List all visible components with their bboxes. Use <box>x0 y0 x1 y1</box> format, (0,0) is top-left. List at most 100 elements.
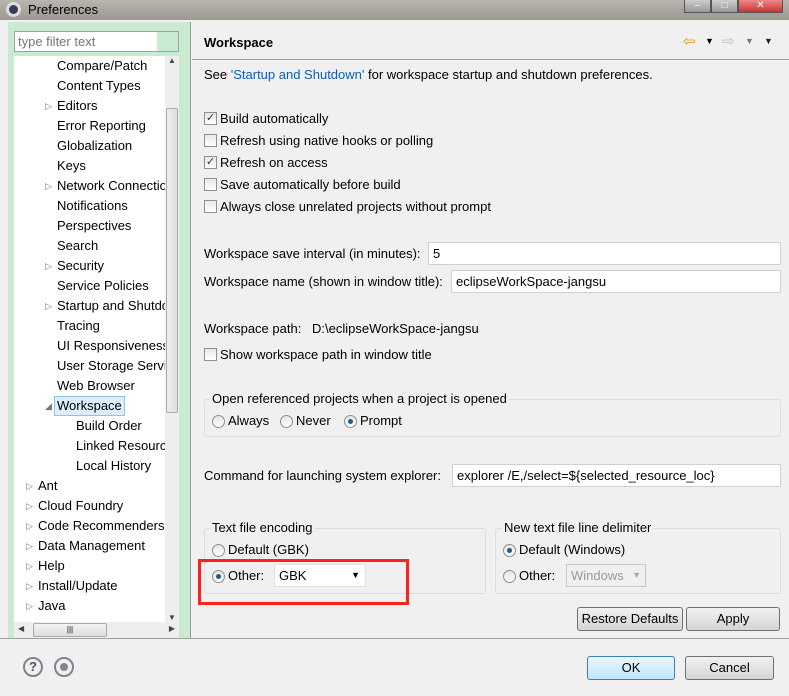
never-radio[interactable] <box>280 415 293 428</box>
tree-item[interactable]: Content Types <box>57 76 141 96</box>
expand-arrow-icon[interactable]: ▷ <box>26 576 33 596</box>
see-prefix: See <box>204 67 231 82</box>
expand-arrow-icon[interactable]: ▷ <box>26 516 33 536</box>
filter-input[interactable] <box>14 31 179 52</box>
checkbox[interactable] <box>204 200 217 213</box>
back-arrow-icon[interactable]: ⇦ <box>683 32 696 50</box>
open-referenced-title: Open referenced projects when a project … <box>210 391 509 406</box>
minimize-button[interactable]: – <box>684 0 711 13</box>
tree-item[interactable]: Data Management <box>38 536 145 556</box>
ok-button[interactable]: OK <box>587 656 675 680</box>
explorer-command-input[interactable]: explorer /E,/select=${selected_resource_… <box>452 464 781 487</box>
delimiter-default-radio[interactable] <box>503 544 516 557</box>
expand-arrow-icon[interactable]: ▷ <box>26 596 33 616</box>
checkbox[interactable]: ✓ <box>204 156 217 169</box>
workspace-path-value: D:\eclipseWorkSpace-jangsu <box>312 321 479 336</box>
forward-arrow-icon[interactable]: ⇨ <box>722 32 735 50</box>
tree-item[interactable]: Install/Update <box>38 576 118 596</box>
tree-item[interactable]: Cloud Foundry <box>38 496 123 516</box>
expand-arrow-icon[interactable]: ▷ <box>26 556 33 576</box>
tree-item[interactable]: Tracing <box>57 316 100 336</box>
expand-arrow-icon[interactable]: ▷ <box>26 476 33 496</box>
preference-tree: Compare/Patch Content Types ▷ Editors Error … <box>14 56 165 622</box>
prompt-label: Prompt <box>360 413 402 428</box>
checkbox-label: Build automatically <box>220 111 329 126</box>
page-title: Workspace <box>204 35 274 50</box>
checkbox-label: Refresh using native hooks or polling <box>220 133 434 148</box>
highlight-box <box>198 559 409 605</box>
delimiter-other-label: Other: <box>519 568 556 583</box>
gear-icon <box>6 2 21 17</box>
prompt-radio[interactable] <box>344 415 357 428</box>
tree-item[interactable]: Editors <box>57 96 97 116</box>
tree-item[interactable]: Notifications <box>57 196 128 216</box>
always-label: Always <box>228 413 270 428</box>
help-icon[interactable]: ? <box>23 657 43 677</box>
tree-item[interactable]: Error Reporting <box>57 116 146 136</box>
save-interval-label: Workspace save interval (in minutes): <box>204 246 421 261</box>
checkbox[interactable] <box>204 178 217 191</box>
delimiter-other-radio[interactable] <box>503 570 516 583</box>
record-icon[interactable] <box>54 657 74 677</box>
apply-button[interactable]: Apply <box>686 607 780 631</box>
tree-item[interactable]: User Storage Service <box>57 356 165 376</box>
tree-item[interactable]: Compare/Patch <box>57 56 147 76</box>
maximize-button[interactable]: □ <box>711 0 738 13</box>
workspace-path-label: Workspace path: <box>204 321 302 336</box>
expand-arrow-icon[interactable]: ▷ <box>26 496 33 516</box>
expand-arrow-icon[interactable]: ▷ <box>45 256 52 276</box>
tree-item[interactable]: Security <box>57 256 104 276</box>
chevron-down-icon: ▼ <box>632 570 641 580</box>
back-menu-icon[interactable]: ▼ <box>705 36 714 46</box>
tree-item[interactable]: Local History <box>76 456 151 476</box>
expand-arrow-icon[interactable]: ▷ <box>45 296 52 316</box>
vertical-scroll-thumb[interactable] <box>166 108 178 413</box>
tree-item[interactable]: Startup and Shutdown <box>57 296 165 316</box>
tree-item[interactable]: Keys <box>57 156 86 176</box>
tree-item[interactable]: Service Policies <box>57 276 149 296</box>
collapse-arrow-icon[interactable]: ◢ <box>45 396 52 416</box>
show-path-checkbox[interactable] <box>204 348 217 361</box>
tree-item[interactable]: Linked Resources <box>76 436 165 456</box>
encoding-default-radio[interactable] <box>212 544 225 557</box>
view-menu-icon[interactable]: ▼ <box>764 36 773 46</box>
checkbox[interactable] <box>204 134 217 147</box>
always-radio[interactable] <box>212 415 225 428</box>
save-interval-input[interactable]: 5 <box>428 242 781 265</box>
tree-item[interactable]: UI Responsiveness <box>57 336 165 356</box>
tree-item[interactable]: Search <box>57 236 98 256</box>
encoding-default-label: Default (GBK) <box>228 542 309 557</box>
tree-item[interactable]: Code Recommenders <box>38 516 164 536</box>
startup-shutdown-link[interactable]: 'Startup and Shutdown' <box>231 67 365 82</box>
tree-item[interactable]: Perspectives <box>57 216 131 236</box>
explorer-label: Command for launching system explorer: <box>204 468 441 483</box>
startup-note: See 'Startup and Shutdown' for workspace… <box>204 67 653 82</box>
expand-arrow-icon[interactable]: ▷ <box>45 176 52 196</box>
checkbox[interactable]: ✓ <box>204 112 217 125</box>
tree-item[interactable]: Network Connections <box>57 176 165 196</box>
tree-item[interactable]: Java <box>38 596 65 616</box>
window-title: Preferences <box>28 2 99 17</box>
workspace-name-input[interactable]: eclipseWorkSpace-jangsu <box>451 270 781 293</box>
restore-defaults-button[interactable]: Restore Defaults <box>577 607 683 631</box>
see-suffix: for workspace startup and shutdown prefe… <box>364 67 653 82</box>
tree-item[interactable]: Ant <box>38 476 58 496</box>
horizontal-scroll-thumb[interactable]: ||| <box>33 623 107 637</box>
header-divider <box>192 59 789 60</box>
footer-divider <box>0 638 789 639</box>
close-button[interactable]: ✕ <box>738 0 783 13</box>
text-encoding-title: Text file encoding <box>210 520 315 535</box>
checkbox-label: Always close unrelated projects without … <box>220 199 491 214</box>
delimiter-select[interactable]: Windows ▼ <box>566 564 646 587</box>
tree-item[interactable]: Web Browser <box>57 376 135 396</box>
checkbox-label: Refresh on access <box>220 155 328 170</box>
cancel-button[interactable]: Cancel <box>685 656 774 680</box>
tree-item[interactable]: Globalization <box>57 136 132 156</box>
tree-item[interactable]: Build Order <box>76 416 142 436</box>
expand-arrow-icon[interactable]: ▷ <box>45 96 52 116</box>
tree-item[interactable]: Help <box>38 556 65 576</box>
expand-arrow-icon[interactable]: ▷ <box>26 536 33 556</box>
forward-menu-icon[interactable]: ▼ <box>745 36 754 46</box>
tree-item[interactable]: Workspace <box>54 396 125 416</box>
clear-filter-icon[interactable] <box>157 32 178 51</box>
